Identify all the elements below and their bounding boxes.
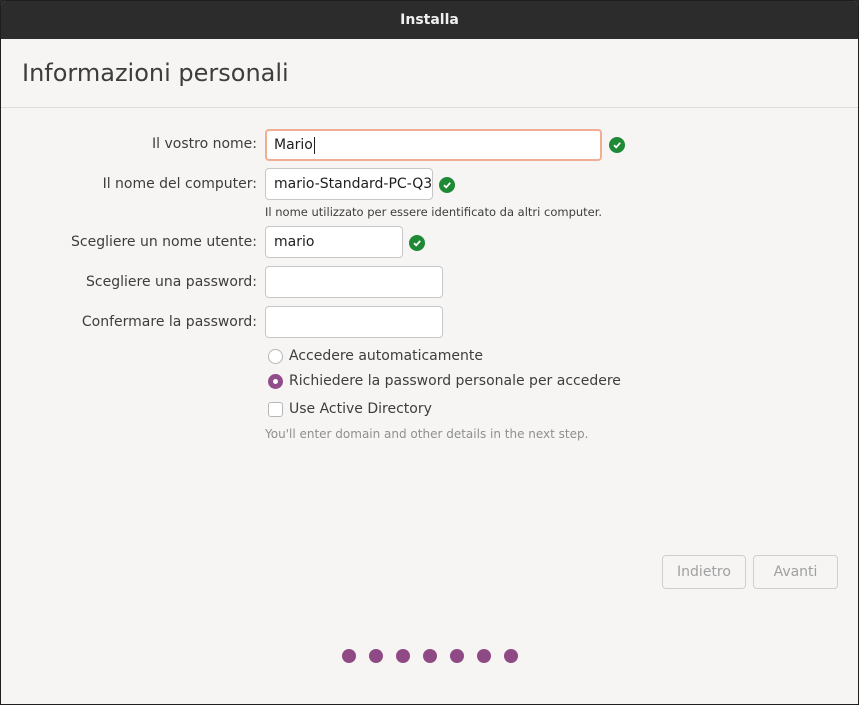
computer-name-input[interactable]: mario-Standard-PC-Q3 [265, 168, 433, 200]
confirm-password-input[interactable] [265, 306, 443, 338]
auto-login-label: Accedere automaticamente [289, 348, 483, 364]
auto-login-radio[interactable] [268, 348, 283, 364]
require-password-label: Richiedere la password personale per acc… [289, 373, 621, 389]
require-password-radio[interactable] [268, 373, 283, 389]
progress-dot [396, 649, 410, 663]
name-label: Il vostro nome: [152, 136, 257, 152]
confirm-password-label: Confermare la password: [81, 314, 257, 330]
active-directory-label: Use Active Directory [289, 401, 432, 417]
computer-name-hint: Il nome utilizzato per essere identifica… [265, 205, 603, 219]
window-title: Installa [400, 12, 459, 28]
page-header: Informazioni personali [1, 39, 858, 108]
progress-dot [369, 649, 383, 663]
computer-valid-check-icon [439, 177, 455, 193]
progress-dot [504, 649, 518, 663]
username-label: Scegliere un nome utente: [71, 234, 257, 250]
name-valid-check-icon [609, 137, 625, 153]
active-directory-checkbox[interactable] [268, 401, 283, 417]
active-directory-checkbox-option[interactable]: Use Active Directory [268, 401, 432, 417]
password-label: Scegliere una password: [86, 274, 257, 290]
username-input[interactable]: mario [265, 226, 403, 258]
computer-name-label: Il nome del computer: [102, 176, 257, 192]
username-value: mario [274, 234, 315, 250]
page-title: Informazioni personali [22, 59, 289, 87]
name-input-value: Mario [274, 137, 313, 153]
computer-name-value: mario-Standard-PC-Q3 [274, 176, 433, 192]
username-valid-check-icon [409, 235, 425, 251]
text-caret [313, 136, 315, 154]
active-directory-hint: You'll enter domain and other details in… [265, 427, 589, 441]
next-button[interactable]: Avanti [753, 555, 838, 589]
auto-login-radio-option[interactable]: Accedere automaticamente [268, 348, 483, 364]
require-password-radio-option[interactable]: Richiedere la password personale per acc… [268, 373, 621, 389]
progress-dot [477, 649, 491, 663]
titlebar: Installa [1, 1, 858, 39]
password-input[interactable] [265, 266, 443, 298]
name-input[interactable]: Mario [265, 129, 602, 161]
progress-dot [342, 649, 356, 663]
back-button[interactable]: Indietro [662, 555, 746, 589]
progress-dot [450, 649, 464, 663]
installer-window: Installa Informazioni personali Il vostr… [0, 0, 859, 705]
progress-dots [342, 649, 531, 663]
progress-dot [423, 649, 437, 663]
